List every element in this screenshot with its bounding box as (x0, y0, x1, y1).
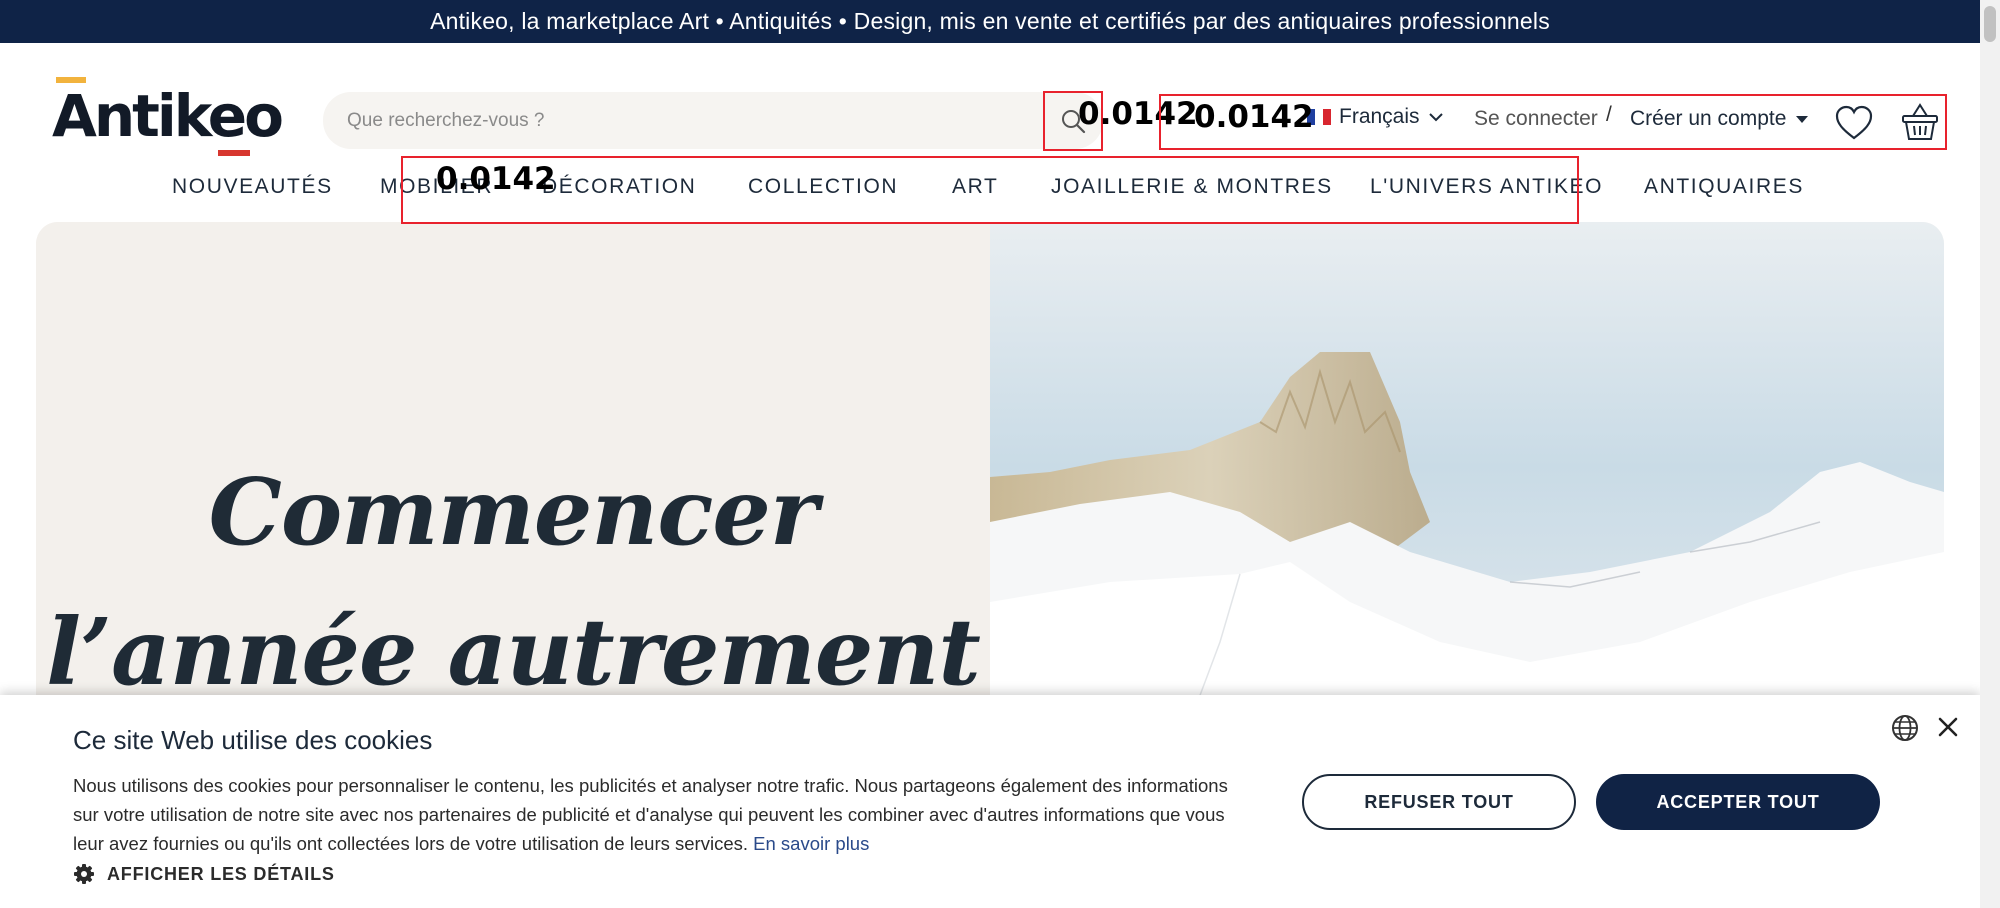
nav-item-antiquaires[interactable]: ANTIQUAIRES (1644, 175, 1804, 199)
cookie-close-button[interactable] (1934, 713, 1962, 741)
highlight-nav (401, 156, 1579, 224)
logo-accent-bottom (218, 150, 250, 156)
hero-title: Commencer l’année autrement (36, 442, 990, 722)
gear-icon (74, 864, 94, 884)
search-input[interactable] (347, 109, 997, 132)
highlight-nav-label: 0.0142 (436, 161, 556, 197)
page-scrollbar[interactable] (1980, 0, 2000, 908)
cookie-banner: Ce site Web utilise des cookies Nous uti… (0, 695, 1980, 908)
globe-icon (1892, 715, 1918, 741)
highlight-header-label: 0.0142 (1194, 99, 1314, 135)
site-logo[interactable]: Antikeo (52, 77, 284, 159)
cookie-language-button[interactable] (1890, 713, 1920, 743)
scrollbar-thumb[interactable] (1984, 6, 1996, 42)
cookie-description: Nous utilisons des cookies pour personna… (73, 771, 1243, 858)
close-icon (1938, 717, 1958, 737)
search-bar (323, 92, 1103, 149)
cookie-title: Ce site Web utilise des cookies (73, 725, 433, 755)
logo-text: Antikeo (52, 82, 284, 150)
learn-more-link[interactable]: En savoir plus (753, 833, 869, 854)
nav-item-nouveautes[interactable]: NOUVEAUTÉS (172, 175, 333, 199)
announcement-bar: Antikeo, la marketplace Art • Antiquités… (0, 0, 1980, 43)
refuse-all-button[interactable]: REFUSER TOUT (1302, 774, 1576, 830)
show-details-toggle[interactable]: AFFICHER LES DÉTAILS (73, 863, 335, 885)
show-details-label: AFFICHER LES DÉTAILS (107, 863, 335, 884)
hero-title-line1: Commencer (208, 458, 819, 566)
accept-all-button[interactable]: ACCEPTER TOUT (1596, 774, 1880, 830)
cookie-text: Nous utilisons des cookies pour personna… (73, 775, 1228, 854)
